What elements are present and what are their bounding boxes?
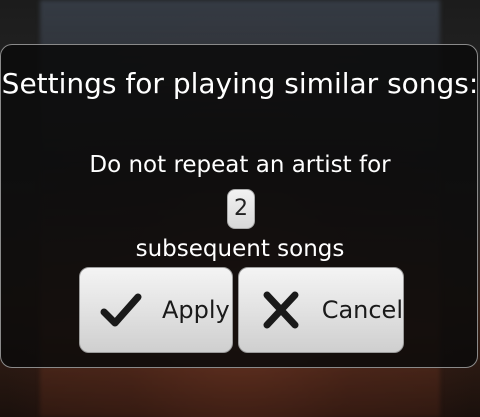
dialog-title: Settings for playing similar songs:	[1, 67, 479, 100]
close-x-icon	[261, 287, 302, 333]
similar-songs-settings-dialog: Settings for playing similar songs: Do n…	[0, 44, 478, 368]
apply-button[interactable]: Apply	[79, 267, 233, 353]
cancel-button[interactable]: Cancel	[238, 267, 404, 353]
apply-button-label: Apply	[162, 296, 230, 324]
cancel-button-label: Cancel	[321, 296, 403, 324]
subsequent-songs-label: subsequent songs	[135, 236, 345, 262]
repeat-artist-message: Do not repeat an artist for	[89, 152, 391, 178]
repeat-count-field[interactable]: 2	[227, 189, 255, 229]
checkmark-icon	[98, 287, 144, 333]
